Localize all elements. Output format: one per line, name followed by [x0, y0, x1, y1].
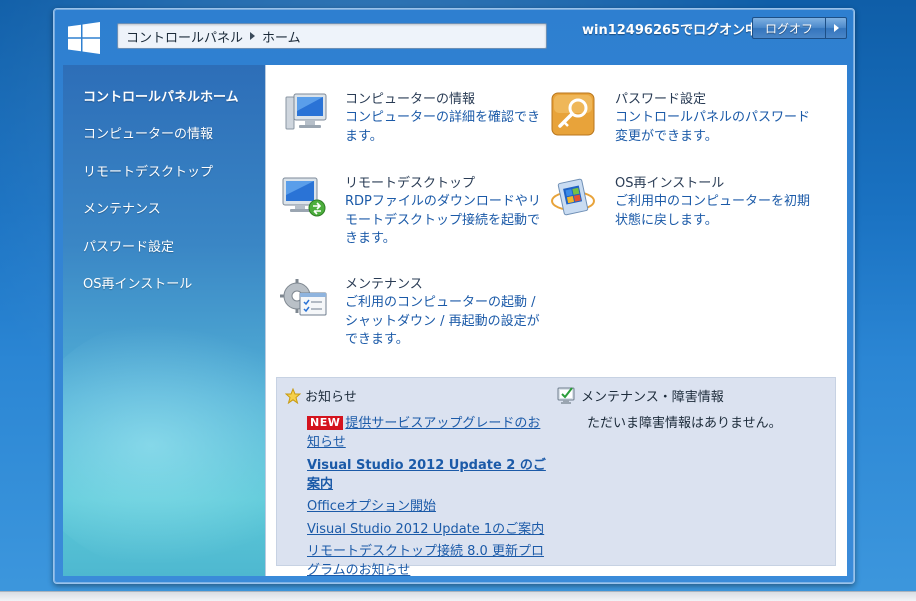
maintenance-desc[interactable]: ご利用のコンピューターの起動 / シャットダウン / 再起動の設定ができます。: [345, 294, 545, 350]
news-list: NEW 提供サービスアップグレードのお知らせ Visual Studio 2012…: [307, 414, 552, 584]
sidebar-item-remote-desktop[interactable]: リモートデスクトップ: [83, 164, 239, 201]
sidebar-item-password[interactable]: パスワード設定: [83, 239, 239, 276]
taskbar: [0, 591, 916, 601]
maintenance-info-heading: メンテナンス・障害情報: [557, 386, 724, 405]
breadcrumb-separator-icon: [250, 32, 256, 40]
breadcrumb-item-home[interactable]: ホーム: [262, 27, 301, 46]
key-icon: [551, 92, 595, 136]
sidebar-item-home[interactable]: コントロールパネルホーム: [83, 89, 239, 126]
news-item[interactable]: Visual Studio 2012 Update 1のご案内: [307, 520, 552, 539]
sidebar-nav: コントロールパネルホーム コンピューターの情報 リモートデスクトップ メンテナン…: [83, 89, 239, 313]
logout-button[interactable]: ログオフ: [752, 17, 847, 39]
new-badge: NEW: [307, 416, 344, 430]
sidebar-item-maintenance[interactable]: メンテナンス: [83, 201, 239, 238]
main-content: コンピューターの情報 コンピューターの詳細を確認できます。 パスワード設定 コン…: [265, 65, 847, 578]
windows-logo-icon: [68, 22, 100, 54]
sidebar: コントロールパネルホーム コンピューターの情報 リモートデスクトップ メンテナン…: [63, 65, 265, 576]
os-reinstall-icon: [551, 178, 595, 216]
remote-desktop-desc[interactable]: RDPファイルのダウンロードやリモートデスクトップ接続を起動できます。: [345, 193, 545, 249]
logout-label: ログオフ: [764, 21, 813, 36]
os-reinstall-desc[interactable]: ご利用中のコンピューターを初期状態に戻します。: [615, 193, 815, 230]
computer-info-title[interactable]: コンピューターの情報: [345, 91, 475, 109]
password-title[interactable]: パスワード設定: [615, 91, 706, 109]
sidebar-item-os-reinstall[interactable]: OS再インストール: [83, 276, 239, 313]
monitor-check-icon: [557, 386, 575, 404]
computer-info-desc[interactable]: コンピューターの詳細を確認できます。: [345, 109, 545, 146]
sidebar-item-computer-info[interactable]: コンピューターの情報: [83, 126, 239, 163]
maintenance-title[interactable]: メンテナンス: [345, 276, 423, 294]
sidebar-decoration: [63, 315, 265, 575]
remote-desktop-icon: [282, 177, 326, 217]
news-heading-label: お知らせ: [305, 390, 357, 405]
logout-arrow-icon: [825, 18, 846, 38]
title-bar: コントロールパネル ホーム win12496265でログオン中 ログオフ: [54, 9, 854, 65]
news-item[interactable]: NEW 提供サービスアップグレードのお知らせ: [307, 414, 552, 452]
maintenance-message: ただいま障害情報はありません。: [587, 416, 782, 431]
control-panel-window: コントロールパネル ホーム win12496265でログオン中 ログオフ コント…: [53, 8, 855, 584]
password-desc[interactable]: コントロールパネルのパスワード変更ができます。: [615, 109, 815, 146]
news-item[interactable]: Officeオプション開始: [307, 497, 552, 516]
news-item[interactable]: Visual Studio 2012 Update 2 のご案内: [307, 456, 552, 494]
breadcrumb[interactable]: コントロールパネル ホーム: [117, 23, 547, 49]
remote-desktop-title[interactable]: リモートデスクトップ: [345, 175, 475, 193]
maintenance-info-label: メンテナンス・障害情報: [581, 390, 724, 405]
news-item[interactable]: リモートデスクトップ接続 8.0 更新プログラムのお知らせ: [307, 542, 552, 580]
news-heading: お知らせ: [285, 386, 357, 405]
star-icon: [285, 387, 301, 404]
computer-info-icon: [285, 93, 327, 130]
breadcrumb-item-control-panel[interactable]: コントロールパネル: [126, 27, 243, 46]
maintenance-icon: [280, 279, 327, 316]
os-reinstall-title[interactable]: OS再インストール: [615, 175, 724, 193]
info-panel: お知らせ NEW 提供サービスアップグレードのお知らせ Visual Studio…: [276, 377, 836, 578]
login-status: win12496265でログオン中: [582, 23, 759, 38]
